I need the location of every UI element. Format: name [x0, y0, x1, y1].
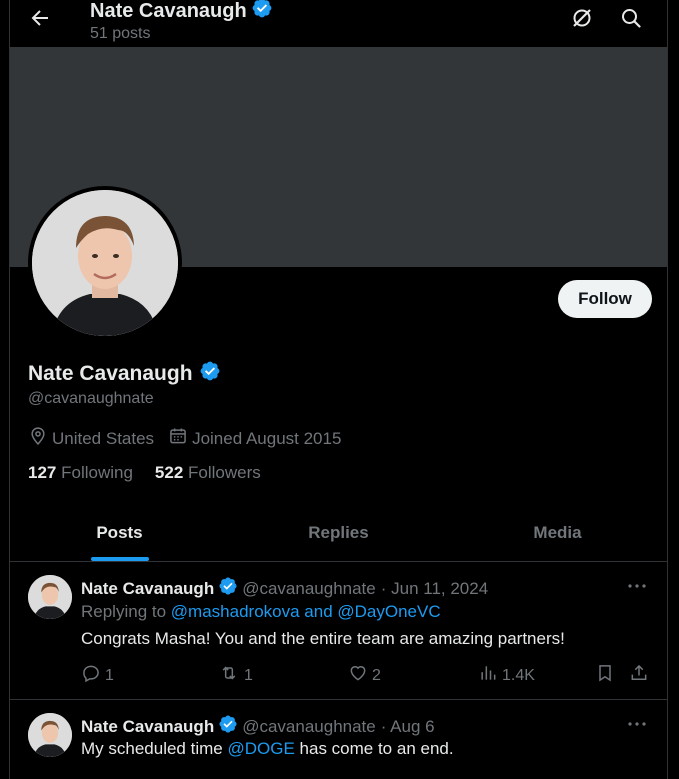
repost-count: 1	[244, 666, 253, 684]
followers-count: 522	[154, 463, 184, 482]
more-options-icon[interactable]	[625, 574, 649, 598]
profile-stats: 127 Following 522 Followers	[28, 463, 283, 483]
location-pin-icon	[28, 426, 52, 451]
profile-display-name: Nate Cavanaugh	[28, 362, 193, 385]
tweet-text-after: has come to an end.	[299, 739, 454, 758]
tweet-text: Congrats Masha! You and the entire team …	[81, 629, 565, 648]
tab-label: Media	[533, 523, 582, 542]
follow-button[interactable]: Follow	[558, 280, 652, 318]
replying-prefix: Replying to	[81, 602, 167, 621]
search-icon[interactable]	[619, 6, 643, 30]
reply-button[interactable]: 1	[81, 663, 114, 688]
views-chart-icon	[478, 663, 502, 688]
followers-link[interactable]: 522 Followers	[155, 463, 261, 483]
tweet-text: My scheduled time @DOGE has come to an e…	[81, 739, 454, 759]
following-label: Following	[61, 463, 133, 482]
view-count: 1.4K	[502, 666, 535, 684]
tweet[interactable]: Nate Cavanaugh @cavanaughnate · Aug 6 My…	[10, 700, 667, 779]
posts-count: 51 posts	[90, 25, 151, 42]
replying-mentions-link[interactable]: @mashadrokova and @DayOneVC	[171, 602, 441, 621]
tab-label: Replies	[308, 523, 369, 542]
following-link[interactable]: 127 Following	[28, 463, 133, 483]
avatar[interactable]	[28, 575, 72, 619]
tweet-author-handle[interactable]: @cavanaughnate	[242, 579, 376, 599]
profile-page: Nate Cavanaugh 51 posts Follow Nate Cava…	[9, 0, 668, 779]
tweet[interactable]: Nate Cavanaugh @cavanaughnate · Jun 11, …	[10, 562, 667, 700]
more-options-icon[interactable]	[625, 712, 649, 736]
bookmark-button[interactable]	[595, 663, 619, 688]
profile-name: Nate Cavanaugh	[28, 360, 221, 388]
tweet-actions: 1 1 2 1.4K	[81, 663, 651, 687]
bookmark-icon	[595, 663, 619, 688]
share-icon	[629, 663, 653, 688]
avatar-photo	[32, 190, 178, 336]
tweet-header: Nate Cavanaugh @cavanaughnate · Aug 6	[81, 714, 435, 739]
top-bar: Nate Cavanaugh 51 posts	[10, 0, 667, 47]
verified-badge-icon	[218, 576, 238, 601]
followers-label: Followers	[188, 463, 261, 482]
tweet-date[interactable]: · Aug 6	[381, 717, 435, 737]
profile-handle: @cavanaughnate	[28, 390, 154, 407]
profile-meta: United States Joined August 2015	[28, 426, 355, 451]
tweet-date[interactable]: · Jun 11, 2024	[381, 579, 488, 599]
tweet-author-name[interactable]: Nate Cavanaugh	[81, 717, 214, 737]
mention-link[interactable]: @DOGE	[227, 739, 294, 758]
tab-label: Posts	[96, 523, 143, 542]
calendar-icon	[168, 426, 192, 451]
repost-button[interactable]: 1	[218, 663, 253, 688]
like-count: 2	[372, 666, 381, 684]
location-text: United States	[52, 428, 155, 448]
tweet-header: Nate Cavanaugh @cavanaughnate · Jun 11, …	[81, 576, 488, 601]
following-count: 127	[28, 463, 57, 482]
views-button[interactable]: 1.4K	[478, 663, 535, 688]
tweet-author-name[interactable]: Nate Cavanaugh	[81, 579, 214, 599]
header-title: Nate Cavanaugh	[90, 0, 273, 25]
tab-replies[interactable]: Replies	[229, 505, 448, 561]
verified-badge-icon	[251, 0, 273, 25]
replying-to: Replying to @mashadrokova and @DayOneVC	[81, 602, 441, 622]
share-button[interactable]	[629, 663, 653, 688]
tweet-text-before: My scheduled time	[81, 739, 223, 758]
heart-icon	[348, 663, 372, 688]
reply-icon	[81, 663, 105, 688]
like-button[interactable]: 2	[348, 663, 381, 688]
avatar[interactable]	[28, 713, 72, 757]
grok-icon[interactable]	[570, 6, 594, 30]
tab-media[interactable]: Media	[448, 505, 667, 561]
verified-badge-icon[interactable]	[199, 360, 221, 388]
active-tab-indicator	[90, 557, 149, 561]
profile-avatar[interactable]	[28, 186, 182, 340]
reply-count: 1	[105, 666, 114, 684]
verified-badge-icon	[218, 714, 238, 739]
back-arrow-icon[interactable]	[28, 6, 52, 30]
tab-posts[interactable]: Posts	[10, 505, 229, 561]
header-name: Nate Cavanaugh	[90, 0, 247, 22]
location-item: United States	[28, 426, 154, 451]
joined-text: Joined August 2015	[192, 428, 342, 448]
profile-tabs: Posts Replies Media	[10, 505, 667, 562]
joined-item: Joined August 2015	[168, 426, 341, 451]
tweet-author-handle[interactable]: @cavanaughnate	[242, 717, 376, 737]
repost-icon	[218, 663, 244, 688]
